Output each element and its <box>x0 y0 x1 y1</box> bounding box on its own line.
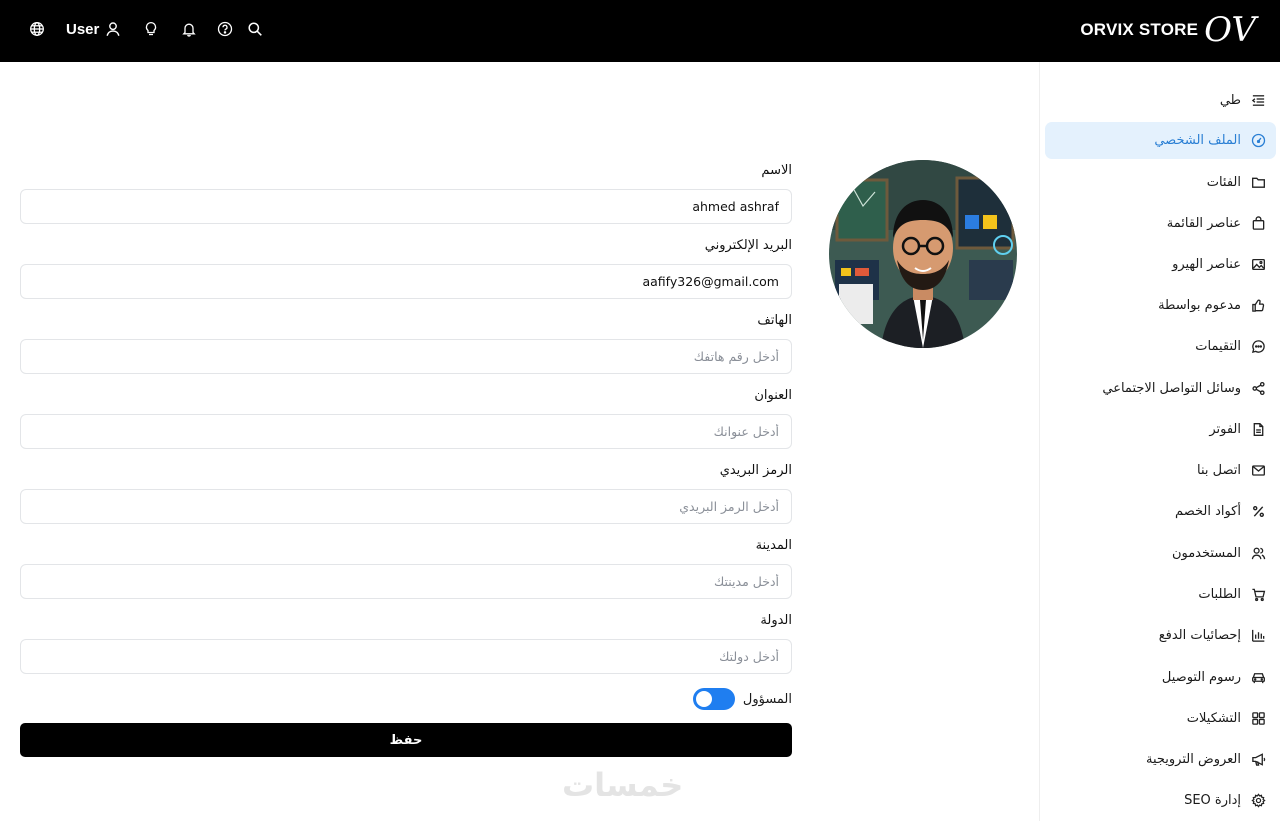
toggle-knob <box>695 691 712 707</box>
help-icon[interactable] <box>216 20 234 38</box>
file-icon <box>1250 422 1266 438</box>
sidebar-item-label: العروض الترويجية <box>1146 752 1241 767</box>
sidebar-item-label: التشكيلات <box>1186 711 1241 726</box>
sidebar-item-label: المستخدمون <box>1171 546 1241 561</box>
sidebar-item-categories[interactable]: الفئات <box>1045 164 1276 201</box>
sidebar: طي الملف الشخصي الفئات عناصر القائمة عنا… <box>1039 62 1280 821</box>
sidebar-item-reviews[interactable]: التقيمات <box>1045 328 1276 365</box>
grid-icon <box>1250 711 1266 727</box>
country-label: الدولة <box>760 613 792 628</box>
city-field[interactable] <box>20 564 792 599</box>
sidebar-item-label: الفئات <box>1206 175 1241 190</box>
sidebar-item-users[interactable]: المستخدمون <box>1045 535 1276 572</box>
sidebar-item-label: التقيمات <box>1195 339 1241 354</box>
share-icon <box>1250 381 1266 397</box>
sidebar-item-label: أكواد الخصم <box>1175 504 1241 519</box>
name-label: الاسم <box>761 163 792 178</box>
watermark: خمسات <box>562 766 684 804</box>
phone-label: الهاتف <box>757 313 792 328</box>
sidebar-item-label: عناصر القائمة <box>1166 216 1241 231</box>
sidebar-item-contact[interactable]: اتصل بنا <box>1045 452 1276 489</box>
sidebar-item-label: الملف الشخصي <box>1154 133 1241 148</box>
dashboard-icon <box>1250 133 1266 149</box>
user-menu[interactable]: User <box>66 20 122 38</box>
mail-icon <box>1250 463 1266 479</box>
email-field[interactable] <box>20 264 792 299</box>
sidebar-item-label: اتصل بنا <box>1197 463 1241 478</box>
megaphone-icon <box>1250 752 1266 768</box>
sidebar-item-seo[interactable]: إدارة SEO <box>1045 782 1276 819</box>
sidebar-item-label: إدارة SEO <box>1184 793 1241 808</box>
bell-icon[interactable] <box>180 20 198 38</box>
bar-chart-icon <box>1250 628 1266 644</box>
collapse-icon <box>1250 93 1266 109</box>
sidebar-item-label: وسائل التواصل الاجتماعي <box>1102 381 1241 396</box>
brand-name: ORVIX STORE <box>1080 20 1199 39</box>
sidebar-item-promotions[interactable]: العروض الترويجية <box>1045 741 1276 778</box>
sidebar-item-payment-stats[interactable]: إحصائيات الدفع <box>1045 617 1276 654</box>
sidebar-item-variants[interactable]: التشكيلات <box>1045 700 1276 737</box>
gear-icon <box>1250 793 1266 809</box>
sidebar-item-menu-items[interactable]: عناصر القائمة <box>1045 205 1276 242</box>
brand-logo: OV <box>1204 10 1256 50</box>
header-actions: User <box>28 18 264 40</box>
sidebar-item-profile[interactable]: الملف الشخصي <box>1045 122 1276 159</box>
sidebar-item-label: مدعوم بواسطة <box>1158 298 1241 313</box>
sidebar-item-discount-codes[interactable]: أكواد الخصم <box>1045 493 1276 530</box>
email-label: البريد الإلكتروني <box>704 238 792 253</box>
sidebar-item-label: رسوم التوصيل <box>1161 670 1241 685</box>
sidebar-item-hero-items[interactable]: عناصر الهيرو <box>1045 246 1276 283</box>
percent-icon <box>1250 504 1266 520</box>
postal-code-field[interactable] <box>20 489 792 524</box>
user-icon <box>104 20 122 38</box>
address-field[interactable] <box>20 414 792 449</box>
sidebar-item-label: عناصر الهيرو <box>1172 257 1241 272</box>
sidebar-item-collapse[interactable]: طي <box>1045 82 1276 119</box>
city-label: المدينة <box>755 538 792 553</box>
admin-toggle-row: المسؤول <box>692 688 792 710</box>
admin-toggle[interactable] <box>692 688 735 710</box>
sidebar-item-social-media[interactable]: وسائل التواصل الاجتماعي <box>1045 370 1276 407</box>
postal-code-label: الرمز البريدي <box>719 463 792 478</box>
name-field[interactable] <box>20 189 792 224</box>
country-field[interactable] <box>20 639 792 674</box>
image-icon <box>1250 257 1266 273</box>
lightbulb-icon[interactable] <box>142 20 160 38</box>
folder-icon <box>1250 175 1266 191</box>
chat-icon <box>1250 339 1266 355</box>
sidebar-item-label: طي <box>1219 93 1241 108</box>
car-icon <box>1250 670 1266 686</box>
avatar[interactable] <box>829 160 1017 348</box>
sidebar-item-label: الطلبات <box>1198 587 1241 602</box>
users-icon <box>1250 546 1266 562</box>
sidebar-item-orders[interactable]: الطلبات <box>1045 576 1276 613</box>
globe-icon[interactable] <box>28 20 46 38</box>
sidebar-item-powered-by[interactable]: مدعوم بواسطة <box>1045 287 1276 324</box>
thumbs-up-icon <box>1250 298 1266 314</box>
sidebar-item-label: الفوتر <box>1209 422 1241 437</box>
user-label: User <box>66 20 100 38</box>
sidebar-item-footer[interactable]: الفوتر <box>1045 411 1276 448</box>
address-label: العنوان <box>754 388 792 403</box>
cart-icon <box>1250 587 1266 603</box>
admin-toggle-label: المسؤول <box>742 691 792 707</box>
save-button[interactable]: حفظ <box>20 723 792 757</box>
top-bar: User ORVIX STORE OV <box>0 0 1280 62</box>
search-icon[interactable] <box>246 20 264 38</box>
bag-icon <box>1250 216 1266 232</box>
sidebar-item-label: إحصائيات الدفع <box>1158 628 1241 643</box>
brand[interactable]: ORVIX STORE OV <box>1080 10 1256 50</box>
sidebar-item-delivery-fees[interactable]: رسوم التوصيل <box>1045 659 1276 696</box>
phone-field[interactable] <box>20 339 792 374</box>
